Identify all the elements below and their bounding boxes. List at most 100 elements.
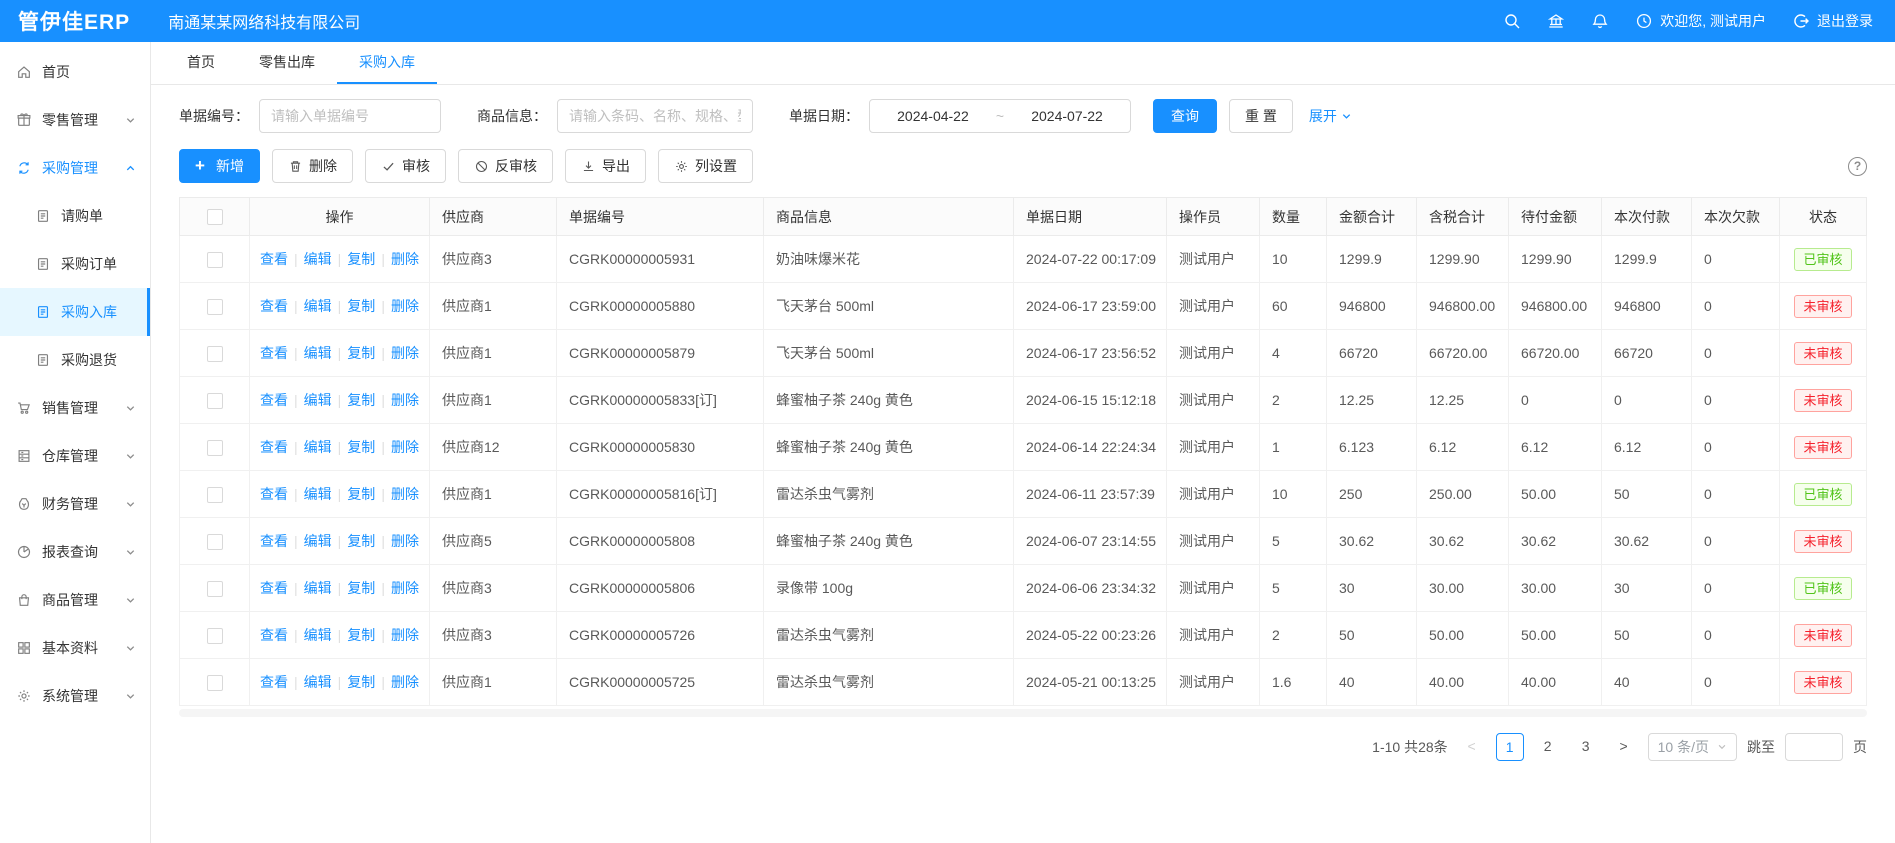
expand-toggle[interactable]: 展开 (1309, 106, 1352, 126)
delete-link[interactable]: 删除 (391, 345, 419, 361)
delete-link[interactable]: 删除 (391, 439, 419, 455)
copy-link[interactable]: 复制 (347, 486, 375, 502)
edit-link[interactable]: 编辑 (304, 486, 332, 502)
view-link[interactable]: 查看 (260, 439, 288, 455)
sidebar-item-home[interactable]: 首页 (0, 48, 150, 96)
help-icon[interactable]: ? (1848, 157, 1867, 176)
cell-supplier: 供应商3 (430, 565, 557, 612)
view-link[interactable]: 查看 (260, 674, 288, 690)
view-link[interactable]: 查看 (260, 298, 288, 314)
edit-link[interactable]: 编辑 (304, 674, 332, 690)
view-link[interactable]: 查看 (260, 486, 288, 502)
sidebar-item-retail-mgmt[interactable]: 零售管理 (0, 96, 150, 144)
order-no-input[interactable] (259, 99, 441, 133)
view-link[interactable]: 查看 (260, 251, 288, 267)
edit-link[interactable]: 编辑 (304, 345, 332, 361)
edit-link[interactable]: 编辑 (304, 533, 332, 549)
view-link[interactable]: 查看 (260, 580, 288, 596)
add-button[interactable]: + 新增 (179, 149, 260, 183)
date-range-picker[interactable]: 2024-04-22 ~ 2024-07-22 (869, 99, 1131, 133)
tab-home[interactable]: 首页 (165, 42, 237, 84)
copy-link[interactable]: 复制 (347, 533, 375, 549)
horizontal-scrollbar[interactable] (179, 709, 1867, 717)
page-size-select[interactable]: 10 条/页 (1648, 733, 1737, 761)
product-info-input[interactable] (557, 99, 753, 133)
edit-link[interactable]: 编辑 (304, 627, 332, 643)
copy-link[interactable]: 复制 (347, 439, 375, 455)
delete-link[interactable]: 删除 (391, 392, 419, 408)
next-page-button[interactable]: > (1610, 733, 1638, 761)
page-button-1[interactable]: 1 (1496, 733, 1524, 761)
copy-link[interactable]: 复制 (347, 580, 375, 596)
jump-page-input[interactable] (1785, 733, 1843, 761)
row-checkbox[interactable] (207, 534, 223, 550)
sidebar-item-purchase-return[interactable]: 采购退货 (0, 336, 150, 384)
logout-button[interactable]: 退出登录 (1792, 11, 1873, 31)
delete-link[interactable]: 删除 (391, 580, 419, 596)
date-from-value[interactable]: 2024-04-22 (897, 108, 969, 124)
tab-retail-outbound[interactable]: 零售出库 (237, 42, 337, 84)
cell-owed: 0 (1692, 471, 1780, 518)
row-checkbox[interactable] (207, 346, 223, 362)
sidebar-item-finance-mgmt[interactable]: 财务管理 (0, 480, 150, 528)
page-button-2[interactable]: 2 (1534, 733, 1562, 761)
sidebar-item-warehouse-mgmt[interactable]: 仓库管理 (0, 432, 150, 480)
edit-link[interactable]: 编辑 (304, 580, 332, 596)
search-icon[interactable] (1503, 12, 1521, 30)
delete-link[interactable]: 删除 (391, 486, 419, 502)
row-checkbox[interactable] (207, 393, 223, 409)
chevron-down-icon (125, 595, 136, 606)
row-checkbox[interactable] (207, 487, 223, 503)
reset-button[interactable]: 重 置 (1229, 99, 1293, 133)
search-button[interactable]: 查询 (1153, 99, 1217, 133)
sidebar-item-purchase-mgmt[interactable]: 采购管理 (0, 144, 150, 192)
row-checkbox[interactable] (207, 440, 223, 456)
view-link[interactable]: 查看 (260, 392, 288, 408)
delete-link[interactable]: 删除 (391, 533, 419, 549)
row-checkbox[interactable] (207, 581, 223, 597)
copy-link[interactable]: 复制 (347, 674, 375, 690)
select-all-checkbox[interactable] (207, 209, 223, 225)
delete-link[interactable]: 删除 (391, 298, 419, 314)
view-link[interactable]: 查看 (260, 533, 288, 549)
sidebar-item-sales-mgmt[interactable]: 销售管理 (0, 384, 150, 432)
edit-link[interactable]: 编辑 (304, 251, 332, 267)
view-link[interactable]: 查看 (260, 627, 288, 643)
column-settings-button[interactable]: 列设置 (658, 149, 753, 183)
copy-link[interactable]: 复制 (347, 392, 375, 408)
delete-link[interactable]: 删除 (391, 674, 419, 690)
row-checkbox[interactable] (207, 675, 223, 691)
copy-link[interactable]: 复制 (347, 627, 375, 643)
delete-link[interactable]: 删除 (391, 627, 419, 643)
sidebar-item-purchase-inbound[interactable]: 采购入库 (0, 288, 150, 336)
prev-page-button[interactable]: < (1458, 733, 1486, 761)
edit-link[interactable]: 编辑 (304, 439, 332, 455)
export-button[interactable]: 导出 (565, 149, 646, 183)
tab-purchase-inbound[interactable]: 采购入库 (337, 42, 437, 84)
page-button-3[interactable]: 3 (1572, 733, 1600, 761)
sidebar-item-product-mgmt[interactable]: 商品管理 (0, 576, 150, 624)
sidebar-item-purchase-order[interactable]: 采购订单 (0, 240, 150, 288)
delete-link[interactable]: 删除 (391, 251, 419, 267)
row-checkbox[interactable] (207, 628, 223, 644)
audit-button[interactable]: 审核 (365, 149, 446, 183)
copy-link[interactable]: 复制 (347, 251, 375, 267)
sidebar-item-report-query[interactable]: 报表查询 (0, 528, 150, 576)
sidebar-item-system-mgmt[interactable]: 系统管理 (0, 672, 150, 720)
copy-link[interactable]: 复制 (347, 298, 375, 314)
sidebar-item-base-data[interactable]: 基本资料 (0, 624, 150, 672)
edit-link[interactable]: 编辑 (304, 392, 332, 408)
cell-payable: 0 (1509, 377, 1602, 424)
copy-link[interactable]: 复制 (347, 345, 375, 361)
date-to-value[interactable]: 2024-07-22 (1031, 108, 1103, 124)
bell-icon[interactable] (1591, 12, 1609, 30)
delete-button[interactable]: 删除 (272, 149, 353, 183)
bank-icon[interactable] (1547, 12, 1565, 30)
welcome-area[interactable]: 欢迎您, 测试用户 (1635, 11, 1766, 31)
sidebar-item-purchase-request[interactable]: 请购单 (0, 192, 150, 240)
edit-link[interactable]: 编辑 (304, 298, 332, 314)
row-checkbox[interactable] (207, 299, 223, 315)
unaudit-button[interactable]: 反审核 (458, 149, 553, 183)
row-checkbox[interactable] (207, 252, 223, 268)
view-link[interactable]: 查看 (260, 345, 288, 361)
